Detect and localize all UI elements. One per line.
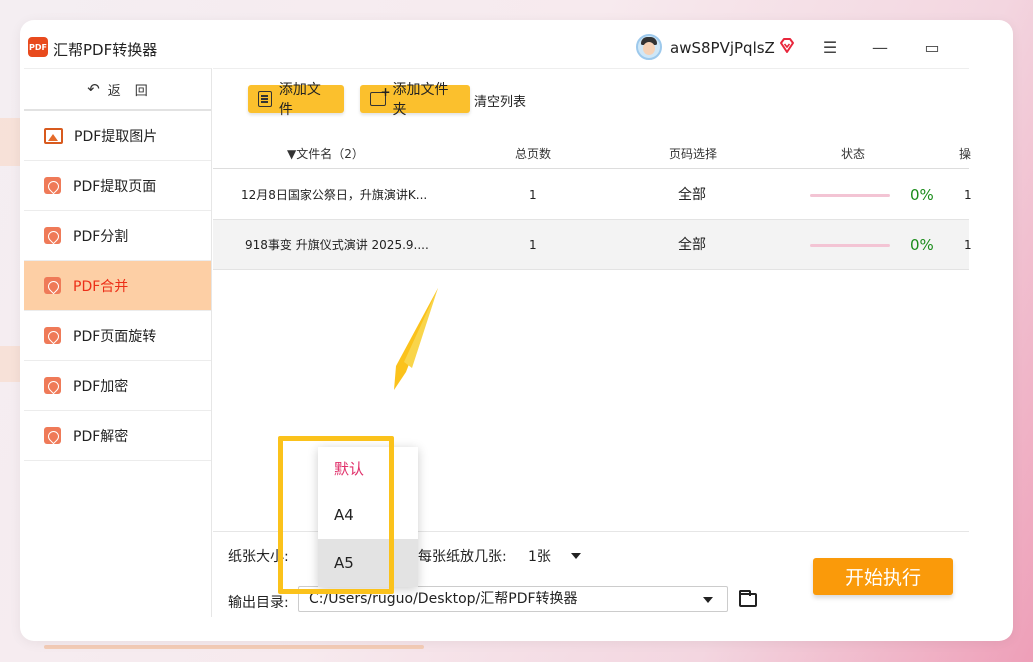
sidebar-item-extract-images[interactable]: PDF提取图片	[24, 111, 211, 161]
vip-diamond-icon[interactable]	[778, 37, 796, 55]
sidebar-item-merge[interactable]: PDF合并	[24, 261, 211, 311]
progress-bar	[810, 194, 890, 197]
start-button[interactable]: 开始执行	[813, 558, 953, 595]
app-logo-icon: PDF	[28, 37, 48, 57]
per-sheet-select[interactable]: 1张	[528, 546, 551, 566]
pdf-icon	[44, 177, 61, 194]
row-page-selection[interactable]: 全部	[678, 220, 706, 270]
chevron-down-icon[interactable]	[571, 553, 581, 559]
add-folder-button[interactable]: 添加文件夹	[360, 82, 470, 118]
background-bar	[44, 645, 424, 649]
row-filename: 918事变 升旗仪式演讲 2025.9....	[245, 238, 429, 252]
file-list-icon	[258, 91, 272, 107]
dropdown-option-a5[interactable]: A5	[318, 539, 418, 587]
paper-size-dropdown: 默认 A4 A5	[318, 447, 418, 587]
row-extra: 1	[964, 238, 972, 252]
row-pages: 1	[529, 238, 537, 252]
sidebar-item-decrypt[interactable]: PDF解密	[24, 411, 211, 461]
image-icon	[44, 127, 63, 144]
pdf-icon	[44, 227, 61, 244]
paper-size-label: 纸张大小:	[228, 549, 289, 565]
title-bar: PDF 汇帮PDF转换器 awS8PVjPqlsZ ☰ — ▭	[24, 26, 1009, 68]
row-pages: 1	[529, 188, 537, 202]
sidebar-item-encrypt[interactable]: PDF加密	[24, 361, 211, 411]
app-title: 汇帮PDF转换器	[53, 41, 158, 59]
dropdown-option-a4[interactable]: A4	[318, 491, 418, 539]
header-status: 状态	[841, 147, 866, 161]
pdf-icon	[44, 277, 61, 294]
row-status: 0%	[910, 186, 934, 204]
row-extra: 1	[964, 188, 972, 202]
per-sheet-label: 每张纸放几张:	[418, 549, 507, 565]
row-status: 0%	[910, 236, 934, 254]
table-row[interactable]: 12月8日国家公祭日，升旗演讲K... 1 全部 0% 1	[213, 170, 972, 220]
sidebar-item-rotate[interactable]: PDF页面旋转	[24, 311, 211, 361]
minimize-icon[interactable]: —	[870, 37, 890, 57]
menu-icon[interactable]: ☰	[820, 37, 840, 57]
folder-add-icon	[370, 85, 390, 106]
header-page-selection: 页码选择	[669, 147, 718, 161]
pdf-icon	[44, 377, 61, 394]
header-pages: 总页数	[515, 147, 552, 161]
sidebar: ↶ 返回 PDF提取图片 PDF提取页面 PDF分割 PDF合并 PDF页面旋转…	[24, 68, 212, 617]
chevron-down-icon[interactable]	[703, 597, 713, 603]
back-arrow-icon: ↶	[87, 80, 100, 98]
dropdown-option-default[interactable]: 默认	[318, 447, 418, 491]
username[interactable]: awS8PVjPqlsZ	[670, 39, 775, 57]
table-row[interactable]: 918事变 升旗仪式演讲 2025.9.... 1 全部 0% 1	[213, 220, 972, 270]
sidebar-item-extract-pages[interactable]: PDF提取页面	[24, 161, 211, 211]
header-action: 操	[959, 147, 972, 161]
output-dir-select[interactable]: C:/Users/ruguo/Desktop/汇帮PDF转换器	[298, 586, 728, 612]
sidebar-item-split[interactable]: PDF分割	[24, 211, 211, 261]
add-file-button[interactable]: 添加文件	[248, 82, 344, 118]
header-filename[interactable]: ▼文件名（2）	[287, 139, 364, 169]
row-page-selection[interactable]: 全部	[678, 170, 706, 220]
table-header: ▼文件名（2） 总页数 页码选择 状态 操	[213, 139, 972, 169]
output-dir-label: 输出目录:	[228, 595, 289, 611]
open-folder-icon[interactable]	[739, 590, 757, 607]
user-avatar[interactable]	[636, 34, 662, 60]
row-filename: 12月8日国家公祭日，升旗演讲K...	[241, 188, 428, 202]
pdf-icon	[44, 427, 61, 444]
back-button[interactable]: ↶ 返回	[24, 69, 211, 111]
pdf-icon	[44, 327, 61, 344]
maximize-icon[interactable]: ▭	[922, 37, 942, 57]
progress-bar	[810, 244, 890, 247]
clear-list-button[interactable]: 清空列表	[474, 91, 526, 110]
